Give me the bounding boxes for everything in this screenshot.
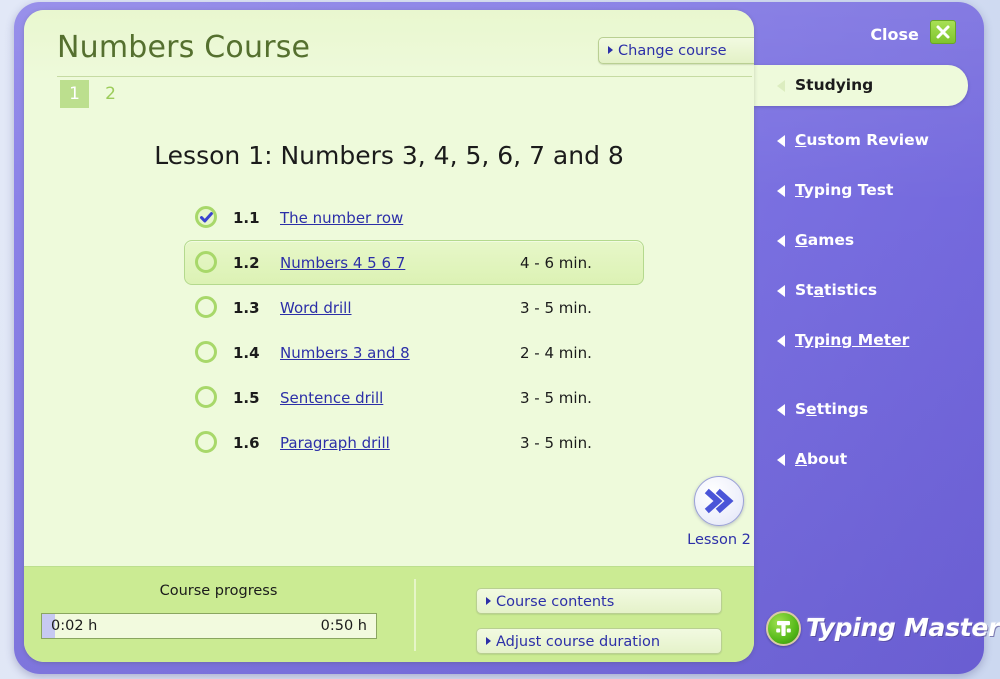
- lesson-duration: 3 - 5 min.: [520, 299, 592, 317]
- close-button[interactable]: Close: [870, 20, 956, 48]
- close-x-icon: [930, 20, 956, 44]
- sidebar-item-label: Custom Review: [795, 131, 929, 149]
- course-contents-label: Course contents: [496, 594, 615, 610]
- sidebar-item-label: Settings: [795, 400, 869, 418]
- adjust-course-duration-label: Adjust course duration: [496, 634, 661, 650]
- sidebar-item-about[interactable]: About: [754, 439, 968, 480]
- lesson-row[interactable]: 1.2 Numbers 4 5 6 7 4 - 6 min.: [184, 240, 644, 285]
- lesson-pending-icon: [195, 341, 217, 363]
- check-icon: [199, 210, 214, 225]
- progress-elapsed: 0:02 h: [51, 618, 98, 634]
- header-divider: [57, 76, 752, 77]
- course-progress-label: Course progress: [159, 583, 278, 599]
- course-footer: Course progress 0:02 h 0:50 h Course con…: [24, 566, 754, 662]
- lesson-duration: 2 - 4 min.: [520, 344, 592, 362]
- lesson-tab-label: 2: [105, 84, 116, 104]
- brand-logo: Typing Master: [766, 608, 1000, 648]
- change-course-label: Change course: [618, 43, 727, 59]
- sidebar-item-label: Typing Test: [795, 181, 894, 199]
- triangle-right-icon: [486, 597, 491, 605]
- sidebar-item-custom-review[interactable]: Custom Review: [754, 120, 968, 161]
- lesson-link[interactable]: Paragraph drill: [280, 434, 390, 452]
- lesson-pending-icon: [195, 251, 217, 273]
- triangle-left-icon: [777, 185, 785, 197]
- sidebar-item-settings[interactable]: Settings: [754, 389, 968, 430]
- sidebar-item-typing-test[interactable]: Typing Test: [754, 170, 968, 211]
- lesson-link[interactable]: Word drill: [280, 299, 352, 317]
- brand-name: Typing Master: [806, 613, 1000, 642]
- double-chevron-right-icon: [694, 476, 744, 526]
- lesson-link[interactable]: Sentence drill: [280, 389, 383, 407]
- lesson-number: 1.1: [233, 209, 260, 227]
- lesson-pending-icon: [195, 296, 217, 318]
- footer-divider: [414, 579, 416, 651]
- lesson-number: 1.3: [233, 299, 260, 317]
- sidebar-item-label: Studying: [795, 76, 874, 94]
- triangle-right-icon: [486, 637, 491, 645]
- sidebar-item-studying[interactable]: Studying: [754, 65, 968, 106]
- triangle-left-icon: [777, 235, 785, 247]
- lesson-tab-label: 1: [69, 84, 80, 104]
- sidebar-item-label: Statistics: [795, 281, 878, 299]
- course-panel: Numbers Course Change course 12 Lesson 1…: [24, 10, 754, 662]
- lesson-row[interactable]: 1.1 The number row: [184, 195, 644, 240]
- sidebar: Close Studying Custom Review Typing Test Ga…: [754, 0, 1000, 672]
- lesson-number: 1.4: [233, 344, 260, 362]
- page-title: Numbers Course: [57, 30, 311, 65]
- progress-total: 0:50 h: [320, 618, 367, 634]
- lesson-tab-2[interactable]: 2: [96, 80, 125, 108]
- lesson-number: 1.6: [233, 434, 260, 452]
- sidebar-item-label: Games: [795, 231, 855, 249]
- lesson-heading: Lesson 1: Numbers 3, 4, 5, 6, 7 and 8: [154, 141, 624, 170]
- course-progress-bar: 0:02 h 0:50 h: [41, 613, 377, 639]
- sidebar-item-typing-meter[interactable]: Typing Meter: [754, 320, 968, 361]
- typing-master-logo-icon: [766, 611, 801, 646]
- lesson-duration: 4 - 6 min.: [520, 254, 592, 272]
- lesson-pending-icon: [195, 431, 217, 453]
- lesson-pending-icon: [195, 386, 217, 408]
- sidebar-item-games[interactable]: Games: [754, 220, 968, 261]
- adjust-course-duration-button[interactable]: Adjust course duration: [476, 628, 722, 654]
- lesson-link[interactable]: The number row: [280, 209, 403, 227]
- lesson-row[interactable]: 1.5 Sentence drill 3 - 5 min.: [184, 375, 644, 420]
- lesson-duration: 3 - 5 min.: [520, 434, 592, 452]
- triangle-left-icon: [777, 285, 785, 297]
- triangle-right-icon: [608, 46, 613, 54]
- triangle-left-icon: [777, 135, 785, 147]
- change-course-button[interactable]: Change course: [598, 37, 754, 64]
- sidebar-item-statistics[interactable]: Statistics: [754, 270, 968, 311]
- close-label: Close: [870, 25, 919, 44]
- triangle-left-icon: [777, 404, 785, 416]
- lesson-row[interactable]: 1.6 Paragraph drill 3 - 5 min.: [184, 420, 644, 465]
- app-root: Close Studying Custom Review Typing Test Ga…: [0, 0, 1000, 679]
- triangle-left-icon: [777, 454, 785, 466]
- lesson-tab-1[interactable]: 1: [60, 80, 89, 108]
- lesson-list: 1.1 The number row 1.2 Numbers 4 5 6 7 4 - 6…: [184, 195, 644, 465]
- lesson-link[interactable]: Numbers 4 5 6 7: [280, 254, 405, 272]
- next-lesson-label: Lesson 2: [687, 532, 751, 548]
- lesson-tab-bar: 12: [60, 80, 125, 108]
- next-lesson-button[interactable]: Lesson 2: [679, 476, 754, 548]
- triangle-left-icon: [777, 80, 785, 92]
- lesson-row[interactable]: 1.3 Word drill 3 - 5 min.: [184, 285, 644, 330]
- lesson-number: 1.5: [233, 389, 260, 407]
- course-contents-button[interactable]: Course contents: [476, 588, 722, 614]
- lesson-row[interactable]: 1.4 Numbers 3 and 8 2 - 4 min.: [184, 330, 644, 375]
- sidebar-item-label: Typing Meter: [795, 331, 910, 349]
- lesson-duration: 3 - 5 min.: [520, 389, 592, 407]
- lesson-link[interactable]: Numbers 3 and 8: [280, 344, 410, 362]
- sidebar-item-label: About: [795, 450, 848, 468]
- triangle-left-icon: [777, 335, 785, 347]
- lesson-number: 1.2: [233, 254, 260, 272]
